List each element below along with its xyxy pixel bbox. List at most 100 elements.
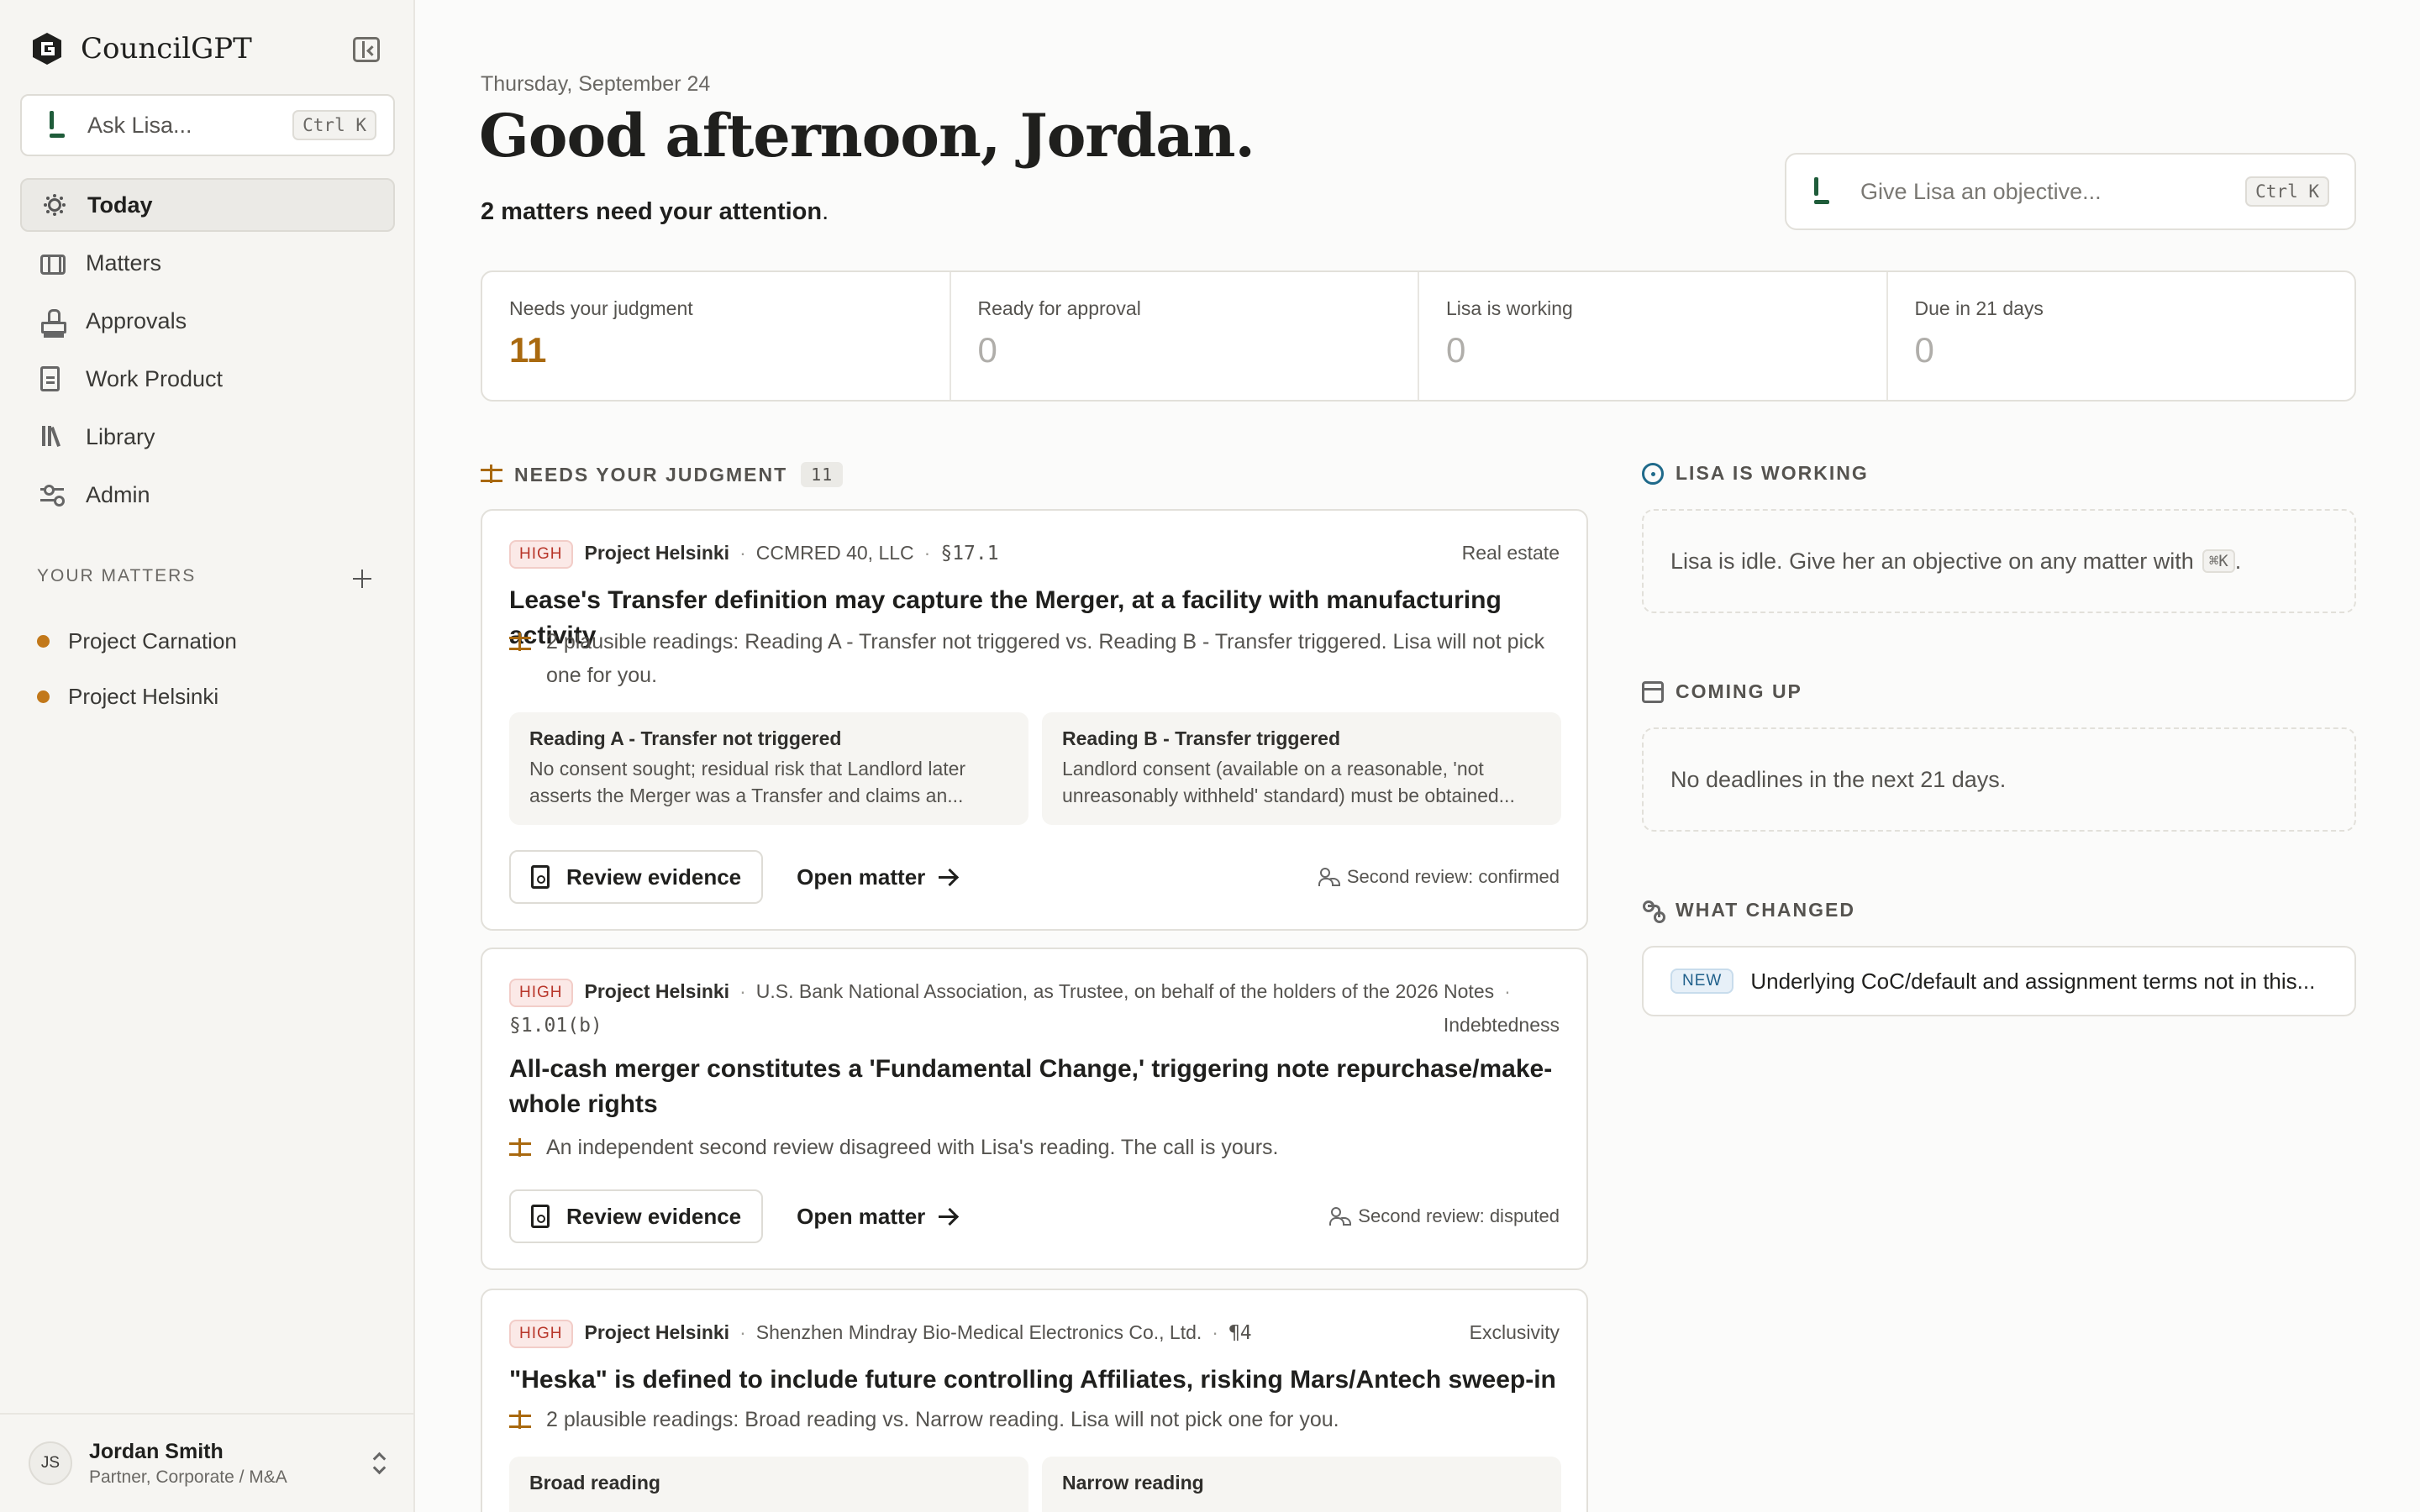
reading-a[interactable]: Reading A - Transfer not triggered No co… [509, 712, 1028, 825]
what-changed-heading: WHAT CHANGED [1642, 899, 1855, 921]
lisa-idle-panel: Lisa is idle. Give her an objective on a… [1642, 509, 2356, 613]
reading-body: No consent sought; residual risk that La… [529, 758, 966, 806]
card-title[interactable]: "Heska" is defined to include future con… [509, 1362, 1560, 1398]
coming-up-text: No deadlines in the next 21 days. [1670, 766, 2007, 792]
second-review-status: Second review: disputed [1329, 1205, 1560, 1227]
button-label: Review evidence [566, 864, 742, 890]
card-description: 2 plausible readings: Broad reading vs. … [509, 1403, 1560, 1436]
open-matter-link[interactable]: Open matter [797, 864, 956, 890]
scale-icon [509, 1410, 531, 1431]
link-label: Open matter [797, 864, 926, 890]
nav-item-today[interactable]: Today [20, 178, 395, 232]
priority-badge: HIGH [509, 978, 573, 1007]
stat-lisa-working[interactable]: Lisa is working 0 [1419, 272, 1888, 400]
heading-text: NEEDS YOUR JUDGMENT [514, 463, 788, 486]
review-evidence-button[interactable]: Review evidence [509, 850, 764, 904]
scale-icon [509, 1137, 531, 1159]
library-icon [40, 424, 66, 449]
nav-label: Today [87, 192, 153, 218]
priority-badge: HIGH [509, 1319, 573, 1348]
nav-item-admin[interactable]: Admin [20, 468, 395, 522]
card-title[interactable]: All-cash merger constitutes a 'Fundament… [509, 1052, 1560, 1122]
stat-due-21-days[interactable]: Due in 21 days 0 [1888, 272, 2355, 400]
stat-label: Needs your judgment [509, 297, 693, 319]
objective-input[interactable]: Give Lisa an objective... Ctrl K [1785, 153, 2356, 230]
reading-title: Reading A - Transfer not triggered [529, 727, 842, 749]
card-description: 2 plausible readings: Reading A - Transf… [509, 625, 1560, 692]
status-circle-icon [1642, 462, 1664, 485]
card-project: Project Helsinki [584, 1321, 730, 1343]
user-role: Partner, Corporate / M&A [89, 1467, 287, 1487]
matters-list: Project Carnation Project Helsinki [37, 613, 237, 724]
open-matter-link[interactable]: Open matter [797, 1204, 956, 1230]
card-category: Exclusivity [1469, 1321, 1560, 1343]
reading-body: Landlord consent (available on a reasona… [1062, 758, 1515, 806]
review-text: Second review: confirmed [1346, 866, 1560, 887]
ask-lisa-input[interactable]: Ask Lisa... Ctrl K [20, 94, 395, 156]
description-text: 2 plausible readings: Reading A - Transf… [546, 630, 1545, 687]
stat-label: Due in 21 days [1914, 297, 2044, 319]
card-meta: HIGH Project Helsinki · Shenzhen Mindray Bi… [509, 1315, 1560, 1350]
stat-ready-approval[interactable]: Ready for approval 0 [951, 272, 1419, 400]
objective-shortcut: Ctrl K [2245, 176, 2329, 207]
idle-shortcut: ⌘K [2202, 549, 2235, 573]
stats-bar: Needs your judgment 11 Ready for approva… [481, 270, 2356, 402]
what-changed-item[interactable]: NEW Underlying CoC/default and assignmen… [1642, 946, 2356, 1016]
brand[interactable]: CouncilGPT [29, 29, 252, 69]
sliders-icon [40, 482, 66, 507]
calendar-icon [1642, 680, 1664, 703]
matter-item-helsinki[interactable]: Project Helsinki [37, 669, 237, 724]
card-section: §1.01(b) [509, 1015, 602, 1037]
nav-label: Matters [86, 249, 162, 276]
description-text: An independent second review disagreed w… [546, 1136, 1279, 1159]
judgment-card[interactable]: HIGH Project Helsinki · CCMRED 40, LLC · §17.… [481, 509, 1588, 931]
card-actions: Review evidence Open matter Second revie… [509, 1189, 1560, 1243]
app-name: CouncilGPT [81, 32, 252, 66]
card-party: U.S. Bank National Association, as Trust… [755, 980, 1495, 1002]
stamp-icon [40, 308, 66, 333]
review-text: Second review: disputed [1358, 1205, 1560, 1226]
stat-needs-judgment[interactable]: Needs your judgment 11 [482, 272, 951, 400]
objective-placeholder: Give Lisa an objective... [1860, 178, 2102, 204]
stat-label: Lisa is working [1446, 297, 1573, 319]
scale-icon [509, 632, 531, 654]
judgment-card[interactable]: HIGH Project Helsinki · U.S. Bank National … [481, 948, 1588, 1270]
judgment-card[interactable]: HIGH Project Helsinki · Shenzhen Mindray Bi… [481, 1289, 1588, 1512]
your-matters-heading: YOUR MATTERS [37, 566, 197, 585]
user-menu[interactable]: JS Jordan Smith Partner, Corporate / M&A [0, 1413, 415, 1512]
reading-title: Reading B - Transfer triggered [1062, 727, 1341, 749]
nav-item-work-product[interactable]: Work Product [20, 352, 395, 406]
nav-item-approvals[interactable]: Approvals [20, 294, 395, 348]
change-text: Underlying CoC/default and assignment te… [1750, 968, 2316, 994]
reading-narrow[interactable]: Narrow reading [1042, 1457, 1561, 1512]
matter-item-carnation[interactable]: Project Carnation [37, 613, 237, 669]
nav-item-matters[interactable]: Matters [20, 236, 395, 290]
card-category: Indebtedness [1443, 1014, 1560, 1036]
judgment-count: 11 [801, 462, 844, 487]
card-section: ¶4 [1228, 1322, 1252, 1344]
reading-b[interactable]: Reading B - Transfer triggered Landlord … [1042, 712, 1561, 825]
document-search-icon [531, 865, 550, 889]
matter-label: Project Helsinki [68, 683, 219, 709]
review-evidence-button[interactable]: Review evidence [509, 1189, 764, 1243]
sidebar: CouncilGPT Ask Lisa... Ctrl K Today Matt… [0, 0, 415, 1512]
diff-icon [1642, 900, 1664, 921]
priority-badge: HIGH [509, 539, 573, 569]
logo-icon [33, 33, 61, 65]
needs-judgment-heading: NEEDS YOUR JUDGMENT 11 [481, 462, 844, 487]
attention-text: 2 matters need your attention [481, 198, 823, 225]
briefcase-icon [40, 255, 66, 275]
description-text: 2 plausible readings: Broad reading vs. … [546, 1408, 1339, 1431]
reading-title: Broad reading [529, 1472, 660, 1494]
nav-item-library[interactable]: Library [20, 410, 395, 464]
attention-summary: 2 matters need your attention. [481, 198, 829, 225]
reading-broad[interactable]: Broad reading [509, 1457, 1028, 1512]
nav-label: Admin [86, 481, 150, 507]
collapse-sidebar-icon[interactable] [353, 37, 380, 62]
matter-label: Project Carnation [68, 627, 237, 654]
heading-text: WHAT CHANGED [1676, 899, 1855, 921]
add-matter-icon[interactable] [353, 570, 371, 588]
coming-up-panel: No deadlines in the next 21 days. [1642, 727, 2356, 832]
card-meta: HIGH Project Helsinki · CCMRED 40, LLC · §17.… [509, 536, 1560, 570]
ask-lisa-placeholder: Ask Lisa... [87, 112, 192, 138]
